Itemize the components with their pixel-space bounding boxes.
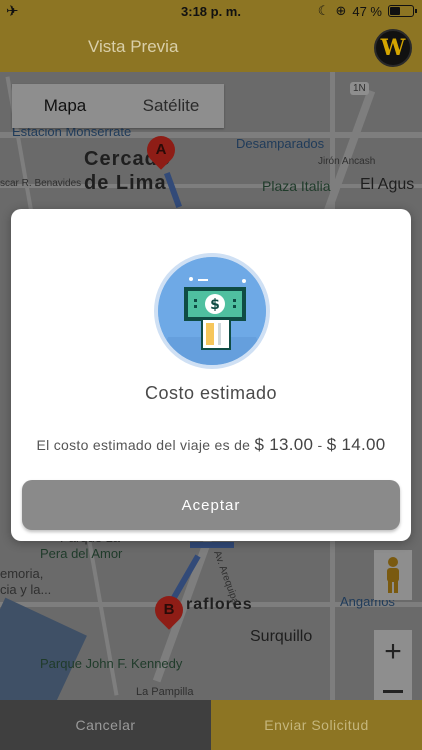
zoom-out-button[interactable] — [383, 690, 403, 693]
map-label: raflores — [186, 596, 253, 613]
dialog-title: Costo estimado — [144, 383, 278, 403]
battery-percent: 47 % — [352, 3, 382, 19]
map-label: Jirón Ancash — [318, 156, 376, 167]
bottom-actions: Cancelar Enviar Solicitud — [0, 700, 422, 750]
map-label: Desamparados — [236, 136, 325, 151]
battery-icon — [388, 5, 417, 17]
origin-pin[interactable]: A — [141, 130, 181, 176]
map-label: Plaza Italia — [262, 178, 331, 194]
message-prefix: El costo estimado del viaje es de — [36, 437, 251, 453]
send-request-button[interactable]: Enviar Solicitud — [211, 700, 422, 750]
price-separator: - — [317, 437, 323, 453]
estimated-cost-dialog: $ Costo estimado El costo estimado del v… — [11, 209, 411, 541]
street-view-pegman-icon[interactable] — [374, 550, 412, 600]
route-line — [164, 172, 182, 208]
map-label: cia y la... — [0, 582, 52, 597]
status-right: ☾ ⊕ 47 % — [317, 3, 417, 19]
cancel-button[interactable]: Cancelar — [0, 700, 211, 750]
moon-icon: ☾ — [317, 3, 330, 18]
svg-text:$: $ — [210, 297, 220, 313]
map-label: El Agus — [360, 176, 415, 193]
map-label: Parque John F. Kennedy — [40, 656, 183, 671]
map-label: La Pampilla — [136, 686, 194, 698]
logo-letter: W — [380, 35, 406, 61]
map-label: Pera del Amor — [40, 546, 123, 561]
dialog-message: El costo estimado del viaje es de $ 13.0… — [11, 435, 411, 455]
destination-pin[interactable]: B — [149, 590, 189, 636]
zoom-controls: + — [374, 630, 412, 700]
route-line — [190, 542, 234, 548]
rotation-lock-icon: ⊕ — [335, 3, 347, 18]
origin-pin-label: A — [155, 141, 167, 158]
sea-area — [0, 597, 87, 700]
map-label: emoria, — [0, 566, 44, 581]
app-logo[interactable]: W — [374, 29, 412, 67]
zoom-in-button[interactable]: + — [374, 630, 412, 674]
map-label: scar R. Benavides — [0, 178, 82, 189]
map-type-satellite[interactable]: Satélite — [118, 84, 224, 128]
map-type-map[interactable]: Mapa — [12, 84, 118, 128]
money-sign-icon: $ — [154, 253, 270, 369]
map-type-toggle: Mapa Satélite — [12, 84, 224, 128]
map-label: Surquillo — [250, 628, 313, 645]
app-header: Vista Previa W — [0, 22, 422, 72]
page-title: Vista Previa — [88, 37, 179, 56]
highway-shield: 1N — [350, 82, 369, 95]
accept-button[interactable]: Aceptar — [22, 480, 400, 530]
status-bar: ✈ 3:18 p. m. ☾ ⊕ 47 % — [0, 0, 422, 22]
price-to: $ 14.00 — [326, 435, 386, 454]
price-from: $ 13.00 — [254, 435, 314, 454]
destination-pin-label: B — [163, 601, 175, 618]
